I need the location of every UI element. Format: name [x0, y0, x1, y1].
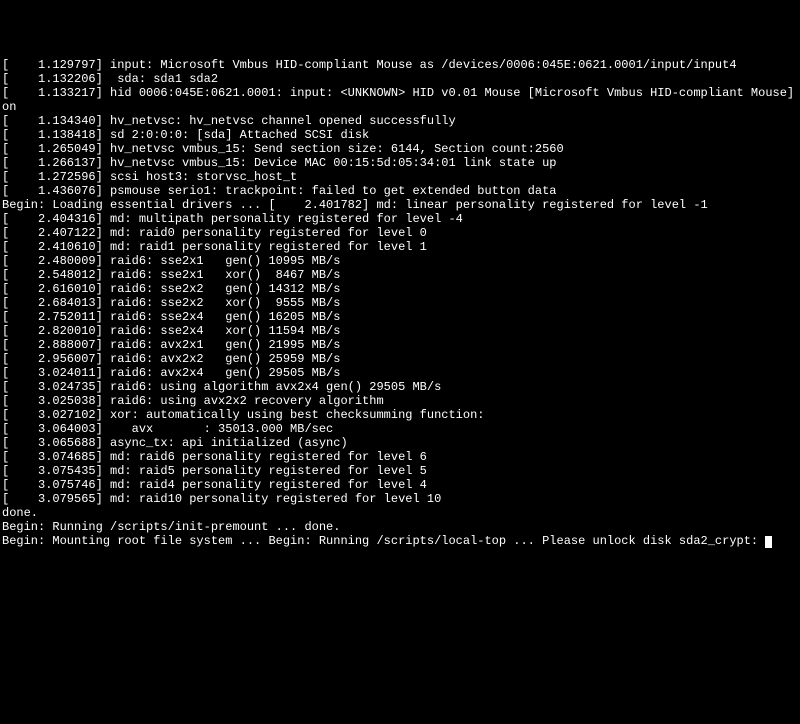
cursor [765, 536, 772, 548]
console-line: [ 2.407122] md: raid0 personality regist… [2, 226, 798, 240]
console-line: [ 1.129797] input: Microsoft Vmbus HID-c… [2, 58, 798, 72]
console-line: [ 1.138418] sd 2:0:0:0: [sda] Attached S… [2, 128, 798, 142]
boot-console[interactable]: [ 1.129797] input: Microsoft Vmbus HID-c… [2, 58, 798, 654]
console-line: [ 2.480009] raid6: sse2x1 gen() 10995 MB… [2, 254, 798, 268]
console-line: [ 1.272596] scsi host3: storvsc_host_t [2, 170, 798, 184]
console-line: [ 1.132206] sda: sda1 sda2 [2, 72, 798, 86]
console-line: [ 3.075746] md: raid4 personality regist… [2, 478, 798, 492]
console-line: [ 3.074685] md: raid6 personality regist… [2, 450, 798, 464]
console-line: [ 2.820010] raid6: sse2x4 xor() 11594 MB… [2, 324, 798, 338]
console-line: [ 1.436076] psmouse serio1: trackpoint: … [2, 184, 798, 198]
console-line: [ 3.025038] raid6: using avx2x2 recovery… [2, 394, 798, 408]
console-line: [ 2.410610] md: raid1 personality regist… [2, 240, 798, 254]
console-line: done. [2, 506, 798, 520]
console-line: Begin: Running /scripts/init-premount ..… [2, 520, 798, 534]
console-line: [ 2.548012] raid6: sse2x1 xor() 8467 MB/… [2, 268, 798, 282]
console-line: [ 3.064003] avx : 35013.000 MB/sec [2, 422, 798, 436]
console-line: [ 3.065688] async_tx: api initialized (a… [2, 436, 798, 450]
console-line: [ 3.027102] xor: automatically using bes… [2, 408, 798, 422]
console-line: [ 3.079565] md: raid10 personality regis… [2, 492, 798, 506]
console-line: [ 2.752011] raid6: sse2x4 gen() 16205 MB… [2, 310, 798, 324]
console-line: Begin: Loading essential drivers ... [ 2… [2, 198, 798, 212]
console-line: [ 1.265049] hv_netvsc vmbus_15: Send sec… [2, 142, 798, 156]
console-line: [ 2.684013] raid6: sse2x2 xor() 9555 MB/… [2, 296, 798, 310]
console-line: [ 3.024735] raid6: using algorithm avx2x… [2, 380, 798, 394]
console-line: [ 1.266137] hv_netvsc vmbus_15: Device M… [2, 156, 798, 170]
console-line: [ 3.075435] md: raid5 personality regist… [2, 464, 798, 478]
console-line: [ 3.024011] raid6: avx2x4 gen() 29505 MB… [2, 366, 798, 380]
console-line: [ 2.404316] md: multipath personality re… [2, 212, 798, 226]
console-line: [ 2.956007] raid6: avx2x2 gen() 25959 MB… [2, 352, 798, 366]
console-line: [ 1.134340] hv_netvsc: hv_netvsc channel… [2, 114, 798, 128]
console-line: [ 1.133217] hid 0006:045E:0621.0001: inp… [2, 86, 798, 114]
console-line: [ 2.616010] raid6: sse2x2 gen() 14312 MB… [2, 282, 798, 296]
console-line: [ 2.888007] raid6: avx2x1 gen() 21995 MB… [2, 338, 798, 352]
console-line: Begin: Mounting root file system ... Beg… [2, 534, 798, 548]
